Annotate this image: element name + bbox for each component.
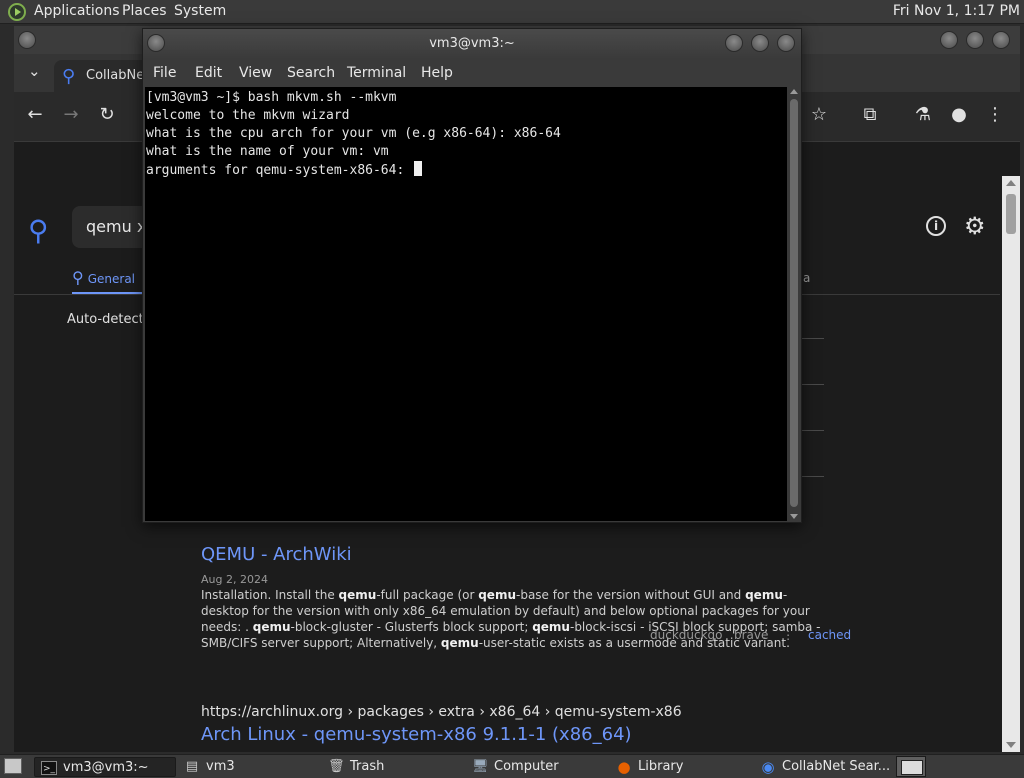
result-title-link[interactable]: QEMU - ArchWiki — [201, 544, 352, 565]
scroll-up-icon[interactable] — [1006, 180, 1016, 186]
chromium-icon: ◉ — [761, 758, 775, 776]
prompt-text: arguments for qemu-system-x86-64: — [146, 163, 413, 178]
workspace-switcher[interactable] — [896, 756, 926, 777]
menu-view[interactable]: View — [239, 65, 272, 81]
terminal-line: [vm3@vm3 ~]$ bash mkvm.sh --mkvm — [146, 90, 397, 105]
terminal-output[interactable]: [vm3@vm3 ~]$ bash mkvm.sh --mkvm welcome … — [145, 87, 787, 521]
back-arrow-icon[interactable]: ← — [22, 104, 48, 125]
labs-flask-icon[interactable]: ⚗ — [910, 104, 936, 125]
taskbar-label: vm3 — [206, 759, 235, 774]
terminal-line: welcome to the mkvm wizard — [146, 108, 350, 123]
search-icon: ⚲ — [62, 66, 76, 87]
extensions-icon[interactable]: ⧉ — [857, 104, 883, 125]
engine-label: duckduckgo — [650, 628, 723, 642]
cached-link[interactable]: cached — [808, 628, 851, 642]
taskbar-label: CollabNet Sear... — [782, 759, 891, 774]
taskbar-item-terminal[interactable]: >_ vm3@vm3:~ — [34, 757, 176, 777]
terminal-title: vm3@vm3:~ — [429, 36, 515, 51]
terminal-scrollbar[interactable] — [788, 87, 800, 521]
search-logo-icon[interactable]: ⚲ — [28, 214, 49, 247]
menu-search[interactable]: Search — [287, 65, 335, 81]
computer-icon: 🖥 — [472, 759, 489, 774]
language-autodetect[interactable]: Auto-detect ( — [67, 312, 153, 327]
result-title-link[interactable]: Arch Linux - qemu-system-x86 9.1.1-1 (x8… — [201, 724, 632, 745]
distro-logo-icon[interactable] — [8, 3, 26, 21]
minimize-icon[interactable] — [725, 34, 743, 52]
more-menu-icon[interactable]: ⋮ — [982, 104, 1008, 125]
highlight-term: qemu — [478, 588, 516, 602]
taskbar-item-folder[interactable]: ▤ vm3 — [178, 757, 318, 777]
top-panel: Applications Places System Fri Nov 1, 1:… — [0, 0, 1024, 24]
window-menu-icon[interactable] — [147, 34, 165, 52]
highlight-term: qemu — [252, 620, 291, 634]
menu-places[interactable]: Places — [122, 3, 167, 19]
result-url[interactable]: https://archlinux.org › packages › extra… — [201, 704, 682, 720]
window-menu-icon[interactable] — [18, 31, 36, 49]
maximize-icon[interactable] — [966, 31, 984, 49]
folder-icon: ▤ — [185, 759, 199, 774]
text-cursor — [414, 161, 423, 176]
menu-system[interactable]: System — [174, 3, 226, 19]
taskbar-item-library[interactable]: ● Library — [610, 757, 750, 777]
scroll-down-icon[interactable] — [790, 514, 798, 519]
highlight-term: qemu — [338, 588, 377, 602]
tab-title: CollabNet — [86, 68, 150, 83]
terminal-titlebar[interactable]: vm3@vm3:~ — [143, 29, 801, 59]
scroll-up-icon[interactable] — [790, 89, 798, 94]
bookmark-star-icon[interactable]: ☆ — [806, 104, 832, 125]
snippet-text: -full package (or — [376, 588, 479, 602]
taskbar-item-browser[interactable]: ◉ CollabNet Sear... — [754, 757, 894, 777]
tab-general[interactable]: ⚲ General — [72, 268, 135, 287]
minimize-icon[interactable] — [940, 31, 958, 49]
highlight-term: qemu — [532, 620, 570, 634]
terminal-icon: >_ — [41, 761, 57, 775]
taskbar-item-computer[interactable]: 🖥 Computer — [466, 757, 606, 777]
scroll-thumb[interactable] — [790, 99, 798, 507]
tab-search-chevron-icon[interactable]: ⌄ — [28, 62, 41, 80]
snippet-text: -block-gluster - Glusterfs block support… — [290, 620, 533, 634]
taskbar-label: Library — [638, 759, 684, 774]
taskbar-item-trash[interactable]: 🗑 Trash — [322, 757, 462, 777]
engine-label: brave — [733, 628, 769, 642]
menu-help[interactable]: Help — [421, 65, 453, 81]
highlight-term: qemu — [745, 588, 783, 602]
firefox-icon: ● — [617, 758, 631, 776]
bottom-panel: >_ vm3@vm3:~ ▤ vm3 🗑 Trash 🖥 Computer ● … — [0, 754, 1024, 778]
highlight-term: qemu — [440, 636, 479, 650]
taskbar-label: vm3@vm3:~ — [63, 760, 149, 775]
info-icon[interactable]: i — [926, 216, 946, 236]
close-icon[interactable] — [992, 31, 1010, 49]
result-engines: duckduckgo brave ⋮ cached — [650, 628, 851, 642]
menu-terminal[interactable]: Terminal — [347, 65, 406, 81]
taskbar-label: Trash — [350, 759, 385, 774]
forward-arrow-icon[interactable]: → — [58, 104, 84, 125]
terminal-line: what is the name of your vm: vm — [146, 144, 389, 159]
page-scrollbar[interactable] — [1002, 176, 1020, 752]
gear-icon[interactable]: ⚙ — [964, 212, 986, 240]
terminal-line: what is the cpu arch for your vm (e.g x8… — [146, 126, 561, 141]
maximize-icon[interactable] — [751, 34, 769, 52]
reload-icon[interactable]: ↻ — [94, 104, 120, 125]
scroll-down-icon[interactable] — [1006, 742, 1016, 748]
clock[interactable]: Fri Nov 1, 1:17 PM — [893, 3, 1020, 19]
more-dots-icon[interactable]: ⋮ — [782, 628, 794, 642]
search-icon: ⚲ — [72, 268, 84, 287]
taskbar-label: Computer — [494, 759, 559, 774]
browser-tab[interactable]: ⚲ CollabNet — [54, 60, 154, 92]
menu-applications[interactable]: Applications — [34, 3, 120, 19]
terminal-menubar: File Edit View Search Terminal Help — [143, 59, 801, 87]
result-date: Aug 2, 2024 — [201, 573, 268, 586]
profile-avatar-icon[interactable]: ● — [946, 104, 972, 125]
trash-icon: 🗑 — [328, 759, 345, 774]
close-icon[interactable] — [777, 34, 795, 52]
snippet-text: Installation. Install the — [201, 588, 339, 602]
terminal-prompt-line[interactable]: arguments for qemu-system-x86-64: — [146, 161, 787, 180]
menu-edit[interactable]: Edit — [195, 65, 222, 81]
terminal-window: vm3@vm3:~ File Edit View Search Terminal… — [142, 28, 802, 523]
scroll-thumb[interactable] — [1006, 194, 1016, 234]
show-desktop-icon[interactable] — [4, 758, 22, 774]
snippet-text: -base for the version without GUI and — [516, 588, 746, 602]
menu-file[interactable]: File — [153, 65, 176, 81]
